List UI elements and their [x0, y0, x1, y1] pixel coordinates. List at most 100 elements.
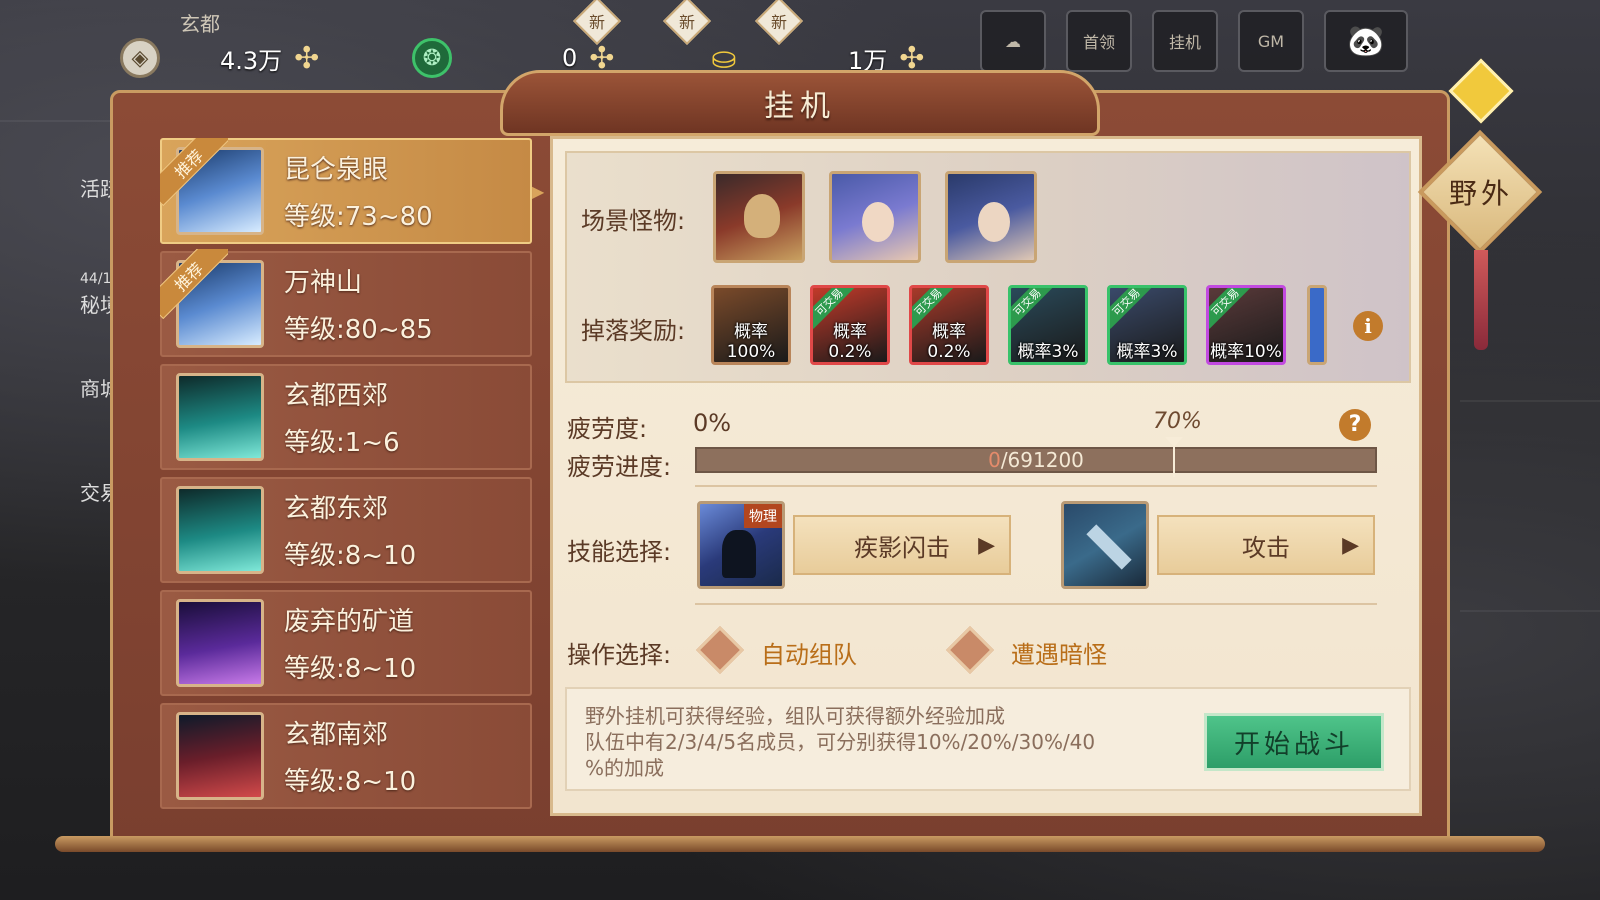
auto-team-checkbox[interactable]	[695, 625, 745, 675]
resource-silver: ◈ 4.3万 ✣	[120, 38, 319, 78]
boss-button[interactable]: 首领	[1066, 10, 1132, 72]
map-list-item[interactable]: 玄都东郊等级:8~10	[160, 477, 532, 583]
map-name: 昆仑泉眼	[284, 155, 389, 185]
fatigue-threshold-marker	[1165, 437, 1183, 477]
recommend-ribbon: 推荐	[160, 138, 228, 206]
map-list-item[interactable]: 昆仑泉眼 等级:73~80 推荐	[160, 138, 532, 244]
skill-attack-icon[interactable]	[1061, 501, 1149, 589]
drop-rate: 概率100%	[726, 322, 776, 362]
tip-text: 野外挂机可获得经验，组队可获得额外经验加成 队伍中有2/3/4/5名成员，可分别…	[585, 704, 1096, 780]
drop-item-partial[interactable]	[1307, 285, 1327, 365]
cloud-icon: ☁	[1005, 31, 1021, 51]
tip-box: 野外挂机可获得经验，组队可获得额外经验加成 队伍中有2/3/4/5名成员，可分别…	[565, 687, 1411, 791]
panel-title: 挂机	[764, 89, 836, 124]
map-thumbnail	[176, 712, 264, 800]
drop-rate: 概率10%	[1210, 342, 1282, 362]
tradable-tag: 可交易	[1110, 288, 1153, 329]
map-level: 等级:8~10	[284, 767, 417, 797]
chevron-right-icon: ▶	[532, 182, 545, 201]
panel-bottom-trim	[55, 836, 1545, 852]
coin-icon: ◈	[120, 38, 160, 78]
drop-rate: 概率0.2%	[828, 322, 872, 362]
map-name: 万神山	[284, 268, 363, 298]
drop-rate: 概率0.2%	[927, 322, 971, 362]
operations-label: 操作选择:	[567, 641, 672, 669]
map-info: 昆仑泉眼 等级:73~80	[284, 149, 433, 233]
skills-label: 技能选择:	[567, 538, 672, 566]
fatigue-threshold: 70%	[1153, 409, 1202, 434]
map-thumbnail	[176, 486, 264, 574]
divider	[695, 603, 1377, 605]
panda-icon: 🐼	[1347, 23, 1385, 59]
map-level: 等级:80~85	[284, 315, 433, 345]
drop-item[interactable]: 概率100%	[711, 285, 791, 365]
recommend-label: 推荐	[160, 249, 228, 319]
skill-select-1[interactable]: 疾影闪击 ▶	[793, 515, 1011, 575]
monster-portrait[interactable]	[945, 171, 1037, 263]
fatigue-label: 疲劳度:	[567, 415, 648, 443]
tassel-decoration	[1474, 250, 1488, 350]
map-level: 等级:8~10	[284, 541, 417, 571]
arrow-right-icon: ▶	[978, 533, 995, 558]
map-name: 玄都南郊	[284, 720, 389, 750]
map-detail: 场景怪物: 掉落奖励: 概率100% 可交易 概率0.2% 可交易 概率0.2% 可交易概…	[550, 136, 1422, 816]
map-info: 玄都西郊等级:1~6	[284, 375, 400, 459]
tradable-tag: 可交易	[1209, 288, 1252, 329]
encounter-hidden-label[interactable]: 遭遇暗怪	[1011, 635, 1107, 670]
tradable-tag: 可交易	[1011, 288, 1054, 329]
start-battle-button[interactable]: 开始战斗	[1204, 713, 1384, 771]
gm-button[interactable]: GM	[1238, 10, 1304, 72]
divider	[695, 485, 1377, 487]
monsters-label: 场景怪物:	[581, 207, 686, 235]
recommend-label: 推荐	[160, 138, 228, 206]
monster-portrait[interactable]	[713, 171, 805, 263]
map-info: 玄都东郊等级:8~10	[284, 488, 416, 572]
add-silver-button[interactable]: ✣	[294, 41, 319, 76]
map-list-item[interactable]: 废弃的矿道等级:8~10	[160, 590, 532, 696]
drop-rate: 概率3%	[1116, 342, 1178, 362]
arrow-right-icon: ▶	[1342, 533, 1359, 558]
silver-value: 4.3万	[220, 46, 283, 75]
auto-team-label[interactable]: 自动组队	[761, 635, 857, 670]
drop-item[interactable]: 可交易 概率0.2%	[909, 285, 989, 365]
map-thumbnail	[176, 599, 264, 687]
map-list: 昆仑泉眼 等级:73~80 推荐 万神山 等级:80~85 推荐 玄都西郊 等级:1~6 玄都东…	[160, 138, 532, 828]
map-name: 废弃的矿道	[284, 607, 415, 637]
monster-portrait[interactable]	[829, 171, 921, 263]
jade-value: 0	[562, 44, 578, 72]
encounter-hidden-checkbox[interactable]	[945, 625, 995, 675]
map-name: 玄都东郊	[284, 494, 389, 524]
map-name: 玄都西郊	[284, 381, 389, 411]
map-thumbnail	[176, 373, 264, 461]
map-info: 万神山等级:80~85	[284, 262, 433, 346]
skill-select-2[interactable]: 攻击 ▶	[1157, 515, 1375, 575]
panda-avatar[interactable]: 🐼	[1324, 10, 1408, 72]
help-icon[interactable]: ?	[1339, 409, 1371, 441]
wild-label: 野外	[1448, 177, 1513, 210]
drop-item[interactable]: 可交易概率3%	[1008, 285, 1088, 365]
info-icon[interactable]: i	[1353, 311, 1383, 341]
drop-item[interactable]: 可交易 概率0.2%	[810, 285, 890, 365]
drop-item[interactable]: 可交易概率3%	[1107, 285, 1187, 365]
map-list-item[interactable]: 万神山等级:80~85 推荐	[160, 249, 532, 357]
map-info: 玄都南郊等级:8~10	[284, 714, 416, 798]
fatigue-progress-bar: 0/691200	[695, 437, 1377, 477]
afk-button[interactable]: 挂机	[1152, 10, 1218, 72]
fatigue-progress-text: 0/691200	[988, 448, 1084, 472]
map-list-item[interactable]: 玄都南郊等级:8~10	[160, 703, 532, 809]
map-level: 等级:8~10	[284, 654, 417, 684]
fatigue-value: 0%	[693, 409, 732, 437]
recommend-ribbon: 推荐	[160, 249, 228, 319]
skill-shadow-strike-icon[interactable]: 物理	[697, 501, 785, 589]
map-level: 等级:1~6	[284, 428, 400, 458]
panel-header: 挂机	[500, 70, 1100, 136]
fatigue-progress-label: 疲劳进度:	[567, 453, 672, 481]
map-info: 废弃的矿道等级:8~10	[284, 601, 416, 685]
top-menu-button[interactable]: ☁	[980, 10, 1046, 72]
map-list-item[interactable]: 玄都西郊等级:1~6	[160, 364, 532, 470]
drop-rate: 概率3%	[1017, 342, 1079, 362]
drops-label: 掉落奖励:	[581, 317, 686, 345]
city-name: 玄都	[180, 12, 220, 36]
jade-icon: ❂	[412, 38, 452, 78]
drop-item[interactable]: 可交易概率10%	[1206, 285, 1286, 365]
